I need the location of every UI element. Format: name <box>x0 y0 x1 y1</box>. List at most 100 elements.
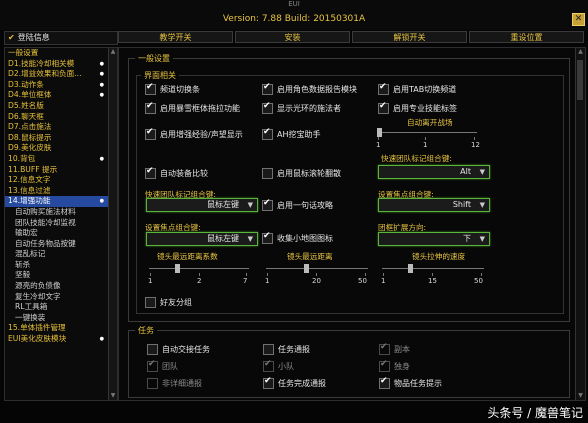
auto-leave-slider[interactable]: 1 1 12 <box>373 128 481 152</box>
checkbox-auto-compare[interactable]: 自动装备比较 <box>145 166 208 179</box>
checkbox-channel-switch-bar[interactable]: 频道切换条 <box>145 82 200 95</box>
combo-focus-mouse[interactable]: 鼠标左键 ▼ <box>146 232 258 246</box>
sidebar-item[interactable]: D6.聊天框 <box>5 112 117 123</box>
sidebar-item[interactable]: D2.增益效果和负面... <box>5 69 117 80</box>
slider-camera-factor[interactable]: 1 2 7 <box>145 264 253 288</box>
close-button[interactable]: ✕ <box>572 13 585 26</box>
sidebar-item[interactable]: 斩杀 <box>5 260 117 271</box>
checkbox-item-quest-tips[interactable]: 物品任务提示 <box>379 376 442 389</box>
checkbox-box[interactable] <box>262 101 273 114</box>
checkbox-enhanced-xp[interactable]: 启用增强经验/声望显示 <box>145 127 243 140</box>
sidebar-item[interactable]: D3.动作条 <box>5 80 117 91</box>
sidebar-item[interactable]: D7.点击施法 <box>5 122 117 133</box>
sidebar-item[interactable]: 10.背包 <box>5 154 117 165</box>
checkbox-box[interactable] <box>145 297 156 308</box>
checkbox-box[interactable] <box>378 101 389 114</box>
checkbox-ah-helper[interactable]: AH挖宝助手 <box>262 127 321 140</box>
sidebar-item[interactable]: 团队技能冷却监视 <box>5 218 117 229</box>
checkbox-friend-groups[interactable]: 好友分组 <box>145 297 192 308</box>
slider-thumb[interactable] <box>304 264 309 273</box>
sidebar-item[interactable]: 一键换装 <box>5 313 117 324</box>
checkbox-box[interactable] <box>145 82 156 95</box>
checkbox-character-report[interactable]: 启用角色数据报告模块 <box>262 82 357 95</box>
login-info-header[interactable]: ✔ 登陆信息 <box>4 31 118 45</box>
checkbox-box[interactable] <box>147 359 158 372</box>
checkbox-box[interactable] <box>378 82 389 95</box>
scroll-thumb[interactable] <box>577 60 583 100</box>
combo-raid-mark-key[interactable]: Alt ▼ <box>378 165 490 179</box>
checkbox-brief-report[interactable]: 非详细通报 <box>147 378 202 389</box>
sidebar-scrollbar[interactable]: ▲ ▼ <box>108 48 117 400</box>
checkbox-one-line-guide[interactable]: 启用一句话攻略 <box>262 198 333 211</box>
sidebar-item[interactable]: 源亮的负债像 <box>5 281 117 292</box>
tab-tutorial[interactable]: 教学开关 <box>118 31 233 43</box>
scroll-down-icon[interactable]: ▼ <box>576 392 585 400</box>
checkbox-box[interactable] <box>145 101 156 114</box>
checkbox-party[interactable]: 小队 <box>263 359 294 372</box>
checkbox-raid[interactable]: 团队 <box>147 359 178 372</box>
sidebar-item[interactable]: RL工具箱 <box>5 302 117 313</box>
checkbox-minimap-icons[interactable]: 收集小地图图标 <box>262 231 333 244</box>
scroll-up-icon[interactable]: ▲ <box>576 48 585 56</box>
checkbox-dungeon[interactable]: 副本 <box>379 342 410 355</box>
tab-install[interactable]: 安装 <box>235 31 350 43</box>
checkbox-box[interactable] <box>262 127 273 140</box>
combo-raid-mark-mouse[interactable]: 鼠标左键 ▼ <box>146 198 258 212</box>
sidebar-item[interactable]: 15.单体插件管理 <box>5 323 117 334</box>
slider-thumb[interactable] <box>377 128 382 137</box>
checkbox-box[interactable] <box>145 127 156 140</box>
sidebar-item[interactable]: 14.增强功能 <box>5 196 117 207</box>
checkbox-box[interactable] <box>262 168 273 179</box>
sidebar-item[interactable]: 自动购买施法材料 <box>5 207 117 218</box>
sidebar-item[interactable]: D9.美化皮肤 <box>5 143 117 154</box>
sidebar-item[interactable]: EUI美化皮肤模块 <box>5 334 117 345</box>
checkbox-box[interactable] <box>379 359 390 372</box>
sidebar-item[interactable]: 输助宏 <box>5 228 117 239</box>
checkbox-box[interactable] <box>379 342 390 355</box>
sidebar-item[interactable]: 一般设置 <box>5 48 117 59</box>
checkbox-quest-report[interactable]: 任务通报 <box>263 344 310 355</box>
sidebar-item[interactable]: 复生冷却文字 <box>5 292 117 303</box>
checkbox-frame-drag[interactable]: 启用暴雪框体拖拉功能 <box>145 101 240 114</box>
checkbox-box[interactable] <box>262 82 273 95</box>
checkbox-box[interactable] <box>263 344 274 355</box>
checkbox-box[interactable] <box>262 198 273 211</box>
checkbox-box[interactable] <box>147 344 158 355</box>
checkbox-aura-caster[interactable]: 显示光环的施法者 <box>262 101 341 114</box>
checkbox-box[interactable] <box>145 166 156 179</box>
checkbox-solo[interactable]: 独身 <box>379 359 410 372</box>
sidebar-item[interactable]: D1.技能冷却相关模 <box>5 59 117 70</box>
checkbox-box[interactable] <box>263 359 274 372</box>
checkbox-scroll-wheel[interactable]: 启用鼠标滚轮翻散 <box>262 168 341 179</box>
main-scrollbar[interactable]: ▲ ▼ <box>575 48 585 400</box>
scroll-up-icon[interactable]: ▲ <box>109 48 117 56</box>
combo-raid-direction[interactable]: 下 ▼ <box>378 232 490 246</box>
checkbox-auto-quest[interactable]: 自动交接任务 <box>147 344 210 355</box>
sidebar-item[interactable]: D4.单位框体 <box>5 90 117 101</box>
checkbox-box[interactable] <box>379 376 390 389</box>
combo-focus-key[interactable]: Shift ▼ <box>378 198 490 212</box>
sidebar-item[interactable]: 混乱标记 <box>5 249 117 260</box>
sidebar-item[interactable]: D8.鼠标提示 <box>5 133 117 144</box>
tab-reset-position[interactable]: 重设位置 <box>469 31 584 43</box>
sidebar-item[interactable]: 12.信息文字 <box>5 175 117 186</box>
checkbox-box[interactable] <box>262 231 273 244</box>
sidebar-item[interactable]: 13.信息过滤 <box>5 186 117 197</box>
slider-thumb[interactable] <box>175 264 180 273</box>
sidebar-item[interactable]: 自动任务物品按键 <box>5 239 117 250</box>
slider-camera-distance[interactable]: 1 20 50 <box>262 264 372 288</box>
chevron-down-icon: ▼ <box>479 168 485 176</box>
checkbox-profession-tabs[interactable]: 启用专业技能标签 <box>378 101 457 114</box>
scroll-down-icon[interactable]: ▼ <box>109 392 117 400</box>
sidebar-item[interactable]: 11.BUFF 提示 <box>5 165 117 176</box>
tab-unlock[interactable]: 解锁开关 <box>352 31 467 43</box>
checkbox-quest-complete-report[interactable]: 任务完成通报 <box>263 376 326 389</box>
sidebar-item[interactable]: 坚毅 <box>5 270 117 281</box>
slider-thumb[interactable] <box>408 264 413 273</box>
sidebar-item[interactable]: D5.姓名版 <box>5 101 117 112</box>
checkbox-box[interactable] <box>147 378 158 389</box>
slider-camera-speed[interactable]: 1 15 50 <box>378 264 488 288</box>
checkbox-tab-channel[interactable]: 启用TAB切换频道 <box>378 82 456 95</box>
checkbox-label: 启用专业技能标签 <box>393 104 457 113</box>
checkbox-box[interactable] <box>263 376 274 389</box>
